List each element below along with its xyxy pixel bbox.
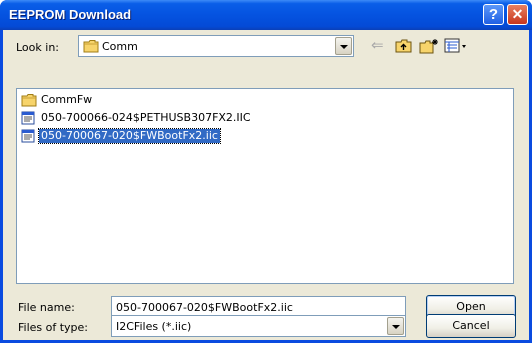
chevron-down-icon	[340, 45, 348, 49]
close-button[interactable]: ✕	[507, 4, 528, 25]
dialog-body: Look in: Comm ⇐ CommFw 050-700066-024$PE…	[3, 30, 529, 340]
list-item-label: CommFw	[41, 93, 93, 106]
list-item-label: 050-700067-020$FWBootFx2.iic	[38, 128, 221, 144]
file-name-value: 050-700067-020$FWBootFx2.iic	[116, 301, 293, 314]
back-arrow-icon[interactable]: ⇐	[371, 38, 384, 53]
view-menu-icon[interactable]	[444, 38, 468, 57]
files-of-type-value: I2CFiles (*.iic)	[116, 320, 192, 333]
files-of-type-label: Files of type:	[18, 321, 89, 334]
window-title: EEPROM Download	[9, 7, 132, 22]
list-item-label: 050-700066-024$PETHUSB307FX2.IIC	[41, 111, 251, 124]
new-folder-icon[interactable]	[419, 38, 439, 57]
chevron-down-icon	[392, 325, 400, 329]
file-list[interactable]: CommFw 050-700066-024$PETHUSB307FX2.IIC …	[16, 88, 514, 284]
look-in-dropdown[interactable]: Comm	[78, 35, 354, 57]
help-button[interactable]: ?	[483, 4, 504, 25]
files-of-type-dropdown-button[interactable]	[387, 317, 404, 335]
file-icon	[21, 111, 35, 128]
look-in-value: Comm	[102, 40, 138, 53]
look-in-dropdown-button[interactable]	[335, 37, 352, 55]
up-folder-icon[interactable]	[395, 38, 413, 57]
cancel-button[interactable]: Cancel	[426, 314, 516, 338]
look-in-label: Look in:	[16, 41, 59, 54]
title-bar[interactable]: EEPROM Download ? ✕	[0, 0, 532, 30]
file-icon	[21, 129, 35, 146]
files-of-type-dropdown[interactable]: I2CFiles (*.iic)	[111, 315, 406, 337]
folder-icon	[21, 93, 37, 110]
file-name-label: File name:	[18, 301, 75, 314]
folder-icon	[83, 39, 99, 56]
eeprom-download-dialog: EEPROM Download ? ✕ Look in: Comm ⇐ Comm…	[0, 0, 532, 343]
